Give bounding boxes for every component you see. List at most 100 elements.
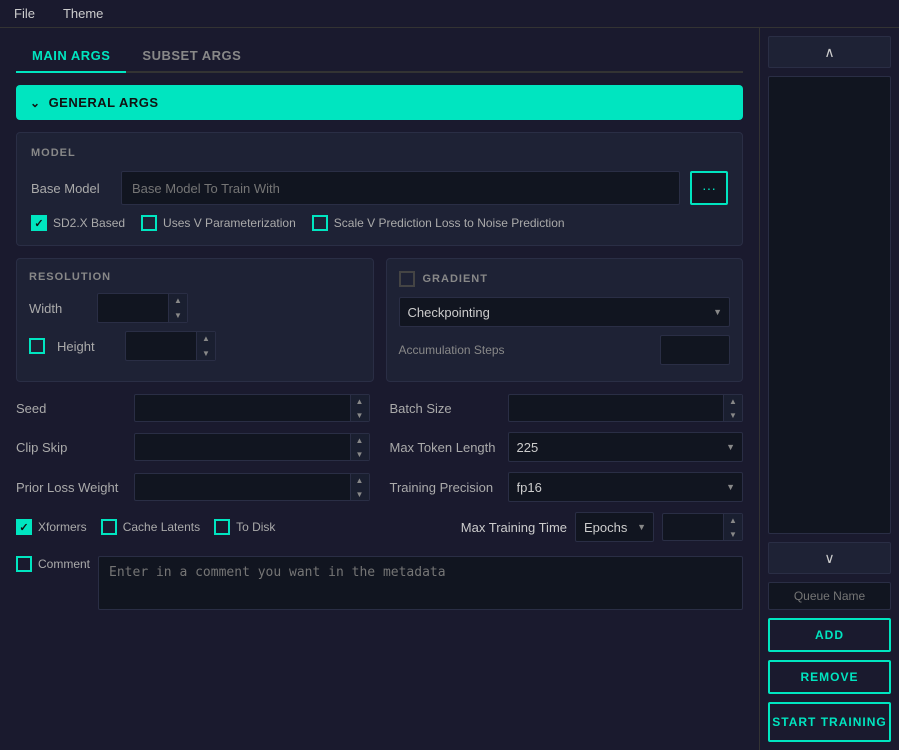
batch-size-buttons: ▲ ▼ (723, 394, 742, 422)
to-disk-checkbox-item[interactable]: To Disk (214, 519, 275, 535)
clip-skip-buttons: ▲ ▼ (350, 433, 369, 461)
accumulation-spinbox: 1 ▲ ▼ (660, 335, 730, 365)
sd2x-checkbox-item[interactable]: SD2.X Based (31, 215, 125, 231)
prior-loss-field: Prior Loss Weight 1.00 ▲ ▼ (16, 472, 370, 502)
training-precision-field: Training Precision fp16 (390, 472, 744, 502)
height-up-button[interactable]: ▲ (197, 331, 215, 346)
batch-size-input[interactable]: 1 (509, 401, 724, 416)
left-panel: MAIN ARGS SUBSET ARGS ⌄ GENERAL ARGS MOD… (0, 28, 759, 750)
v-param-checkbox[interactable] (141, 215, 157, 231)
max-training-label: Max Training Time (461, 520, 567, 535)
seed-down-button[interactable]: ▼ (351, 408, 369, 422)
gradient-checkbox[interactable] (399, 271, 415, 287)
max-training-buttons: ▲ ▼ (723, 513, 742, 541)
training-precision-label: Training Precision (390, 480, 500, 495)
seed-field: Seed 23 ▲ ▼ (16, 394, 370, 422)
scale-v-checkbox[interactable] (312, 215, 328, 231)
batch-size-down-button[interactable]: ▼ (724, 408, 742, 422)
comment-field-row: Comment (16, 552, 743, 610)
clip-skip-input[interactable]: 2 (135, 440, 350, 455)
tab-subset-args[interactable]: SUBSET ARGS (126, 40, 257, 73)
resolution-card: RESOLUTION Width 512 ▲ ▼ Height (16, 258, 374, 382)
prior-loss-label: Prior Loss Weight (16, 480, 126, 495)
gradient-card: GRADIENT Checkpointing Accumulation Step… (386, 258, 744, 382)
max-token-label: Max Token Length (390, 440, 500, 455)
width-row: Width 512 ▲ ▼ (29, 293, 361, 323)
remove-button[interactable]: REMOVE (768, 660, 891, 694)
base-model-label: Base Model (31, 181, 111, 196)
xformers-checkbox-item[interactable]: Xformers (16, 519, 87, 535)
width-input[interactable]: 512 (98, 301, 168, 316)
height-down-button[interactable]: ▼ (197, 346, 215, 361)
start-training-button[interactable]: START TRAINING (768, 702, 891, 742)
accumulation-input[interactable]: 1 (661, 343, 730, 358)
add-button[interactable]: ADD (768, 618, 891, 652)
resolution-title: RESOLUTION (29, 271, 361, 283)
accumulation-row: Accumulation Steps 1 ▲ ▼ (399, 335, 731, 365)
prior-loss-down-button[interactable]: ▼ (351, 487, 369, 501)
seed-input[interactable]: 23 (135, 401, 350, 416)
prior-loss-buttons: ▲ ▼ (350, 473, 369, 501)
sd2x-label: SD2.X Based (53, 216, 125, 230)
clip-skip-up-button[interactable]: ▲ (351, 433, 369, 447)
width-up-button[interactable]: ▲ (169, 293, 187, 308)
max-training-down-button[interactable]: ▼ (724, 527, 742, 541)
checkpointing-select-wrapper: Checkpointing (399, 297, 731, 327)
tabs: MAIN ARGS SUBSET ARGS (16, 40, 743, 73)
max-training-up-button[interactable]: ▲ (724, 513, 742, 527)
base-model-input[interactable] (121, 171, 680, 205)
tab-main-args[interactable]: MAIN ARGS (16, 40, 126, 73)
batch-size-up-button[interactable]: ▲ (724, 394, 742, 408)
prior-loss-up-button[interactable]: ▲ (351, 473, 369, 487)
xformers-checkbox[interactable] (16, 519, 32, 535)
width-label: Width (29, 301, 89, 316)
height-spinbox: 512 ▲ ▼ (125, 331, 216, 361)
max-training-unit-select[interactable]: Epochs (575, 512, 654, 542)
comment-checkbox[interactable] (16, 556, 32, 572)
cache-latents-checkbox-item[interactable]: Cache Latents (101, 519, 200, 535)
file-menu[interactable]: File (8, 4, 41, 23)
sd2x-checkbox[interactable] (31, 215, 47, 231)
cache-latents-checkbox[interactable] (101, 519, 117, 535)
clip-skip-label: Clip Skip (16, 440, 126, 455)
height-spinbox-buttons: ▲ ▼ (196, 331, 215, 361)
comment-checkbox-item[interactable]: Comment (16, 556, 90, 572)
training-precision-select[interactable]: fp16 (508, 472, 744, 502)
checkpointing-row: Checkpointing (399, 297, 731, 327)
seed-up-button[interactable]: ▲ (351, 394, 369, 408)
height-input[interactable]: 512 (126, 339, 196, 354)
v-param-checkbox-item[interactable]: Uses V Parameterization (141, 215, 296, 231)
general-args-header[interactable]: ⌄ GENERAL ARGS (16, 85, 743, 120)
queue-list (768, 76, 891, 534)
clip-skip-spinbox: 2 ▲ ▼ (134, 433, 370, 461)
scale-v-checkbox-item[interactable]: Scale V Prediction Loss to Noise Predict… (312, 215, 565, 231)
batch-size-label: Batch Size (390, 401, 500, 416)
comment-input[interactable] (98, 556, 743, 610)
height-checkbox[interactable] (29, 338, 45, 354)
width-down-button[interactable]: ▼ (169, 308, 187, 323)
seed-label: Seed (16, 401, 126, 416)
max-token-select-wrapper: 225 (508, 432, 744, 462)
resolution-gradient-row: RESOLUTION Width 512 ▲ ▼ Height (16, 258, 743, 382)
comment-label: Comment (38, 557, 90, 571)
height-row: Height 512 ▲ ▼ (29, 331, 361, 361)
queue-name-input[interactable] (768, 582, 891, 610)
max-training-input[interactable]: 1 (663, 520, 723, 535)
clip-skip-field: Clip Skip 2 ▲ ▼ (16, 432, 370, 462)
clip-skip-down-button[interactable]: ▼ (351, 447, 369, 461)
height-label: Height (57, 339, 117, 354)
width-spinbox: 512 ▲ ▼ (97, 293, 188, 323)
checkpointing-select[interactable]: Checkpointing (399, 297, 731, 327)
theme-menu[interactable]: Theme (57, 4, 109, 23)
prior-loss-input[interactable]: 1.00 (135, 480, 350, 495)
accumulation-label: Accumulation Steps (399, 343, 653, 357)
max-token-select[interactable]: 225 (508, 432, 744, 462)
browse-button[interactable]: ··· (690, 171, 728, 205)
v-param-label: Uses V Parameterization (163, 216, 296, 230)
queue-up-button[interactable]: ∧ (768, 36, 891, 68)
right-panel: ∧ ∨ ADD REMOVE START TRAINING (759, 28, 899, 750)
prior-loss-spinbox: 1.00 ▲ ▼ (134, 473, 370, 501)
max-token-field: Max Token Length 225 (390, 432, 744, 462)
queue-down-button[interactable]: ∨ (768, 542, 891, 574)
to-disk-checkbox[interactable] (214, 519, 230, 535)
